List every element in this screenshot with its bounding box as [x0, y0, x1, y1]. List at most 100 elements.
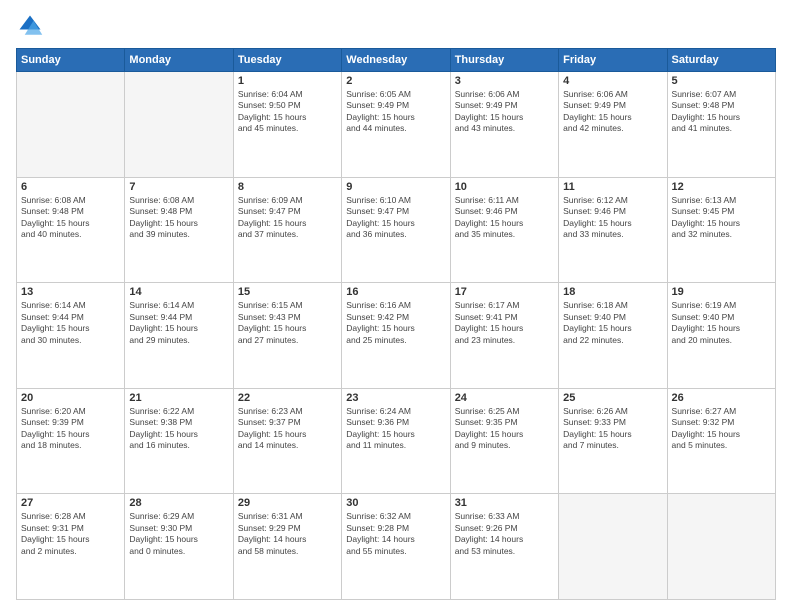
day-info: Sunrise: 6:06 AM Sunset: 9:49 PM Dayligh… — [455, 89, 554, 135]
calendar-cell: 5 Sunrise: 6:07 AM Sunset: 9:48 PM Daylig… — [667, 72, 775, 178]
calendar-cell: 22 Sunrise: 6:23 AM Sunset: 9:37 PM Dayli… — [233, 388, 341, 494]
day-info: Sunrise: 6:14 AM Sunset: 9:44 PM Dayligh… — [21, 300, 120, 346]
day-number: 14 — [129, 286, 228, 298]
day-info: Sunrise: 6:04 AM Sunset: 9:50 PM Dayligh… — [238, 89, 337, 135]
calendar-week-2: 6 Sunrise: 6:08 AM Sunset: 9:48 PM Daylig… — [17, 177, 776, 283]
day-number: 15 — [238, 286, 337, 298]
calendar-cell: 15 Sunrise: 6:15 AM Sunset: 9:43 PM Dayli… — [233, 283, 341, 389]
day-info: Sunrise: 6:10 AM Sunset: 9:47 PM Dayligh… — [346, 195, 445, 241]
calendar-cell: 19Sunrise: 6:19 AM Sunset: 9:40 PM Dayli… — [667, 283, 775, 389]
day-info: Sunrise: 6:33 AM Sunset: 9:26 PM Dayligh… — [455, 511, 554, 557]
calendar-cell: 6 Sunrise: 6:08 AM Sunset: 9:48 PM Daylig… — [17, 177, 125, 283]
logo-icon — [16, 12, 44, 40]
calendar-cell: 9 Sunrise: 6:10 AM Sunset: 9:47 PM Daylig… — [342, 177, 450, 283]
day-info: Sunrise: 6:24 AM Sunset: 9:36 PM Dayligh… — [346, 406, 445, 452]
day-info: Sunrise: 6:14 AM Sunset: 9:44 PM Dayligh… — [129, 300, 228, 346]
calendar-cell: 12 Sunrise: 6:13 AM Sunset: 9:45 PM Dayli… — [667, 177, 775, 283]
day-info: Sunrise: 6:18 AM Sunset: 9:40 PM Dayligh… — [563, 300, 662, 346]
weekday-header-thursday: Thursday — [450, 49, 558, 72]
calendar-cell — [125, 72, 233, 178]
calendar-cell: 1 Sunrise: 6:04 AM Sunset: 9:50 PM Daylig… — [233, 72, 341, 178]
calendar-cell: 26 Sunrise: 6:27 AM Sunset: 9:32 PM Dayli… — [667, 388, 775, 494]
day-number: 11 — [563, 181, 662, 193]
day-number: 4 — [563, 75, 662, 87]
day-info: Sunrise: 6:22 AM Sunset: 9:38 PM Dayligh… — [129, 406, 228, 452]
calendar-cell — [559, 494, 667, 600]
calendar-week-5: 27 Sunrise: 6:28 AM Sunset: 9:31 PM Dayli… — [17, 494, 776, 600]
day-number: 12 — [672, 181, 771, 193]
day-info: Sunrise: 6:05 AM Sunset: 9:49 PM Dayligh… — [346, 89, 445, 135]
calendar-cell: 30Sunrise: 6:32 AM Sunset: 9:28 PM Dayli… — [342, 494, 450, 600]
calendar-cell: 24Sunrise: 6:25 AM Sunset: 9:35 PM Dayli… — [450, 388, 558, 494]
day-info: Sunrise: 6:06 AM Sunset: 9:49 PM Dayligh… — [563, 89, 662, 135]
day-info: Sunrise: 6:11 AM Sunset: 9:46 PM Dayligh… — [455, 195, 554, 241]
day-info: Sunrise: 6:29 AM Sunset: 9:30 PM Dayligh… — [129, 511, 228, 557]
day-info: Sunrise: 6:31 AM Sunset: 9:29 PM Dayligh… — [238, 511, 337, 557]
day-number: 20 — [21, 392, 120, 404]
calendar-cell: 14 Sunrise: 6:14 AM Sunset: 9:44 PM Dayli… — [125, 283, 233, 389]
day-info: Sunrise: 6:26 AM Sunset: 9:33 PM Dayligh… — [563, 406, 662, 452]
day-number: 17 — [455, 286, 554, 298]
day-number: 31 — [455, 497, 554, 509]
weekday-header-wednesday: Wednesday — [342, 49, 450, 72]
calendar-cell: 23 Sunrise: 6:24 AM Sunset: 9:36 PM Dayli… — [342, 388, 450, 494]
day-number: 1 — [238, 75, 337, 87]
day-number: 22 — [238, 392, 337, 404]
calendar-cell: 4 Sunrise: 6:06 AM Sunset: 9:49 PM Daylig… — [559, 72, 667, 178]
calendar-cell: 17 Sunrise: 6:17 AM Sunset: 9:41 PM Dayli… — [450, 283, 558, 389]
day-info: Sunrise: 6:13 AM Sunset: 9:45 PM Dayligh… — [672, 195, 771, 241]
day-number: 10 — [455, 181, 554, 193]
day-number: 5 — [672, 75, 771, 87]
day-number: 30 — [346, 497, 445, 509]
day-number: 6 — [21, 181, 120, 193]
day-number: 23 — [346, 392, 445, 404]
day-number: 13 — [21, 286, 120, 298]
calendar-cell: 21 Sunrise: 6:22 AM Sunset: 9:38 PM Dayli… — [125, 388, 233, 494]
day-info: Sunrise: 6:12 AM Sunset: 9:46 PM Dayligh… — [563, 195, 662, 241]
calendar-cell: 20 Sunrise: 6:20 AM Sunset: 9:39 PM Dayli… — [17, 388, 125, 494]
day-number: 8 — [238, 181, 337, 193]
day-number: 27 — [21, 497, 120, 509]
day-number: 21 — [129, 392, 228, 404]
weekday-header-sunday: Sunday — [17, 49, 125, 72]
header — [16, 12, 776, 40]
calendar-week-1: 1 Sunrise: 6:04 AM Sunset: 9:50 PM Daylig… — [17, 72, 776, 178]
day-info: Sunrise: 6:09 AM Sunset: 9:47 PM Dayligh… — [238, 195, 337, 241]
calendar-cell: 18 Sunrise: 6:18 AM Sunset: 9:40 PM Dayli… — [559, 283, 667, 389]
calendar-cell: 16 Sunrise: 6:16 AM Sunset: 9:42 PM Dayli… — [342, 283, 450, 389]
weekday-header-monday: Monday — [125, 49, 233, 72]
calendar-cell: 11 Sunrise: 6:12 AM Sunset: 9:46 PM Dayli… — [559, 177, 667, 283]
day-info: Sunrise: 6:27 AM Sunset: 9:32 PM Dayligh… — [672, 406, 771, 452]
calendar-cell: 13 Sunrise: 6:14 AM Sunset: 9:44 PM Dayli… — [17, 283, 125, 389]
calendar-week-4: 20 Sunrise: 6:20 AM Sunset: 9:39 PM Dayli… — [17, 388, 776, 494]
logo — [16, 12, 48, 40]
day-number: 16 — [346, 286, 445, 298]
day-info: Sunrise: 6:17 AM Sunset: 9:41 PM Dayligh… — [455, 300, 554, 346]
day-number: 26 — [672, 392, 771, 404]
calendar-week-3: 13 Sunrise: 6:14 AM Sunset: 9:44 PM Dayli… — [17, 283, 776, 389]
day-info: Sunrise: 6:08 AM Sunset: 9:48 PM Dayligh… — [129, 195, 228, 241]
calendar-cell: 28 Sunrise: 6:29 AM Sunset: 9:30 PM Dayli… — [125, 494, 233, 600]
calendar-cell: 8 Sunrise: 6:09 AM Sunset: 9:47 PM Daylig… — [233, 177, 341, 283]
day-info: Sunrise: 6:07 AM Sunset: 9:48 PM Dayligh… — [672, 89, 771, 135]
page: SundayMondayTuesdayWednesdayThursdayFrid… — [0, 0, 792, 612]
day-info: Sunrise: 6:23 AM Sunset: 9:37 PM Dayligh… — [238, 406, 337, 452]
day-number: 2 — [346, 75, 445, 87]
calendar-cell: 7 Sunrise: 6:08 AM Sunset: 9:48 PM Daylig… — [125, 177, 233, 283]
weekday-header-friday: Friday — [559, 49, 667, 72]
day-info: Sunrise: 6:20 AM Sunset: 9:39 PM Dayligh… — [21, 406, 120, 452]
weekday-header-tuesday: Tuesday — [233, 49, 341, 72]
calendar-cell: 27 Sunrise: 6:28 AM Sunset: 9:31 PM Dayli… — [17, 494, 125, 600]
day-number: 29 — [238, 497, 337, 509]
calendar-cell: 31 Sunrise: 6:33 AM Sunset: 9:26 PM Dayli… — [450, 494, 558, 600]
day-info: Sunrise: 6:15 AM Sunset: 9:43 PM Dayligh… — [238, 300, 337, 346]
day-number: 3 — [455, 75, 554, 87]
day-number: 7 — [129, 181, 228, 193]
day-number: 18 — [563, 286, 662, 298]
day-number: 9 — [346, 181, 445, 193]
day-info: Sunrise: 6:08 AM Sunset: 9:48 PM Dayligh… — [21, 195, 120, 241]
day-info: Sunrise: 6:28 AM Sunset: 9:31 PM Dayligh… — [21, 511, 120, 557]
day-number: 19 — [672, 286, 771, 298]
day-number: 28 — [129, 497, 228, 509]
day-info: Sunrise: 6:16 AM Sunset: 9:42 PM Dayligh… — [346, 300, 445, 346]
